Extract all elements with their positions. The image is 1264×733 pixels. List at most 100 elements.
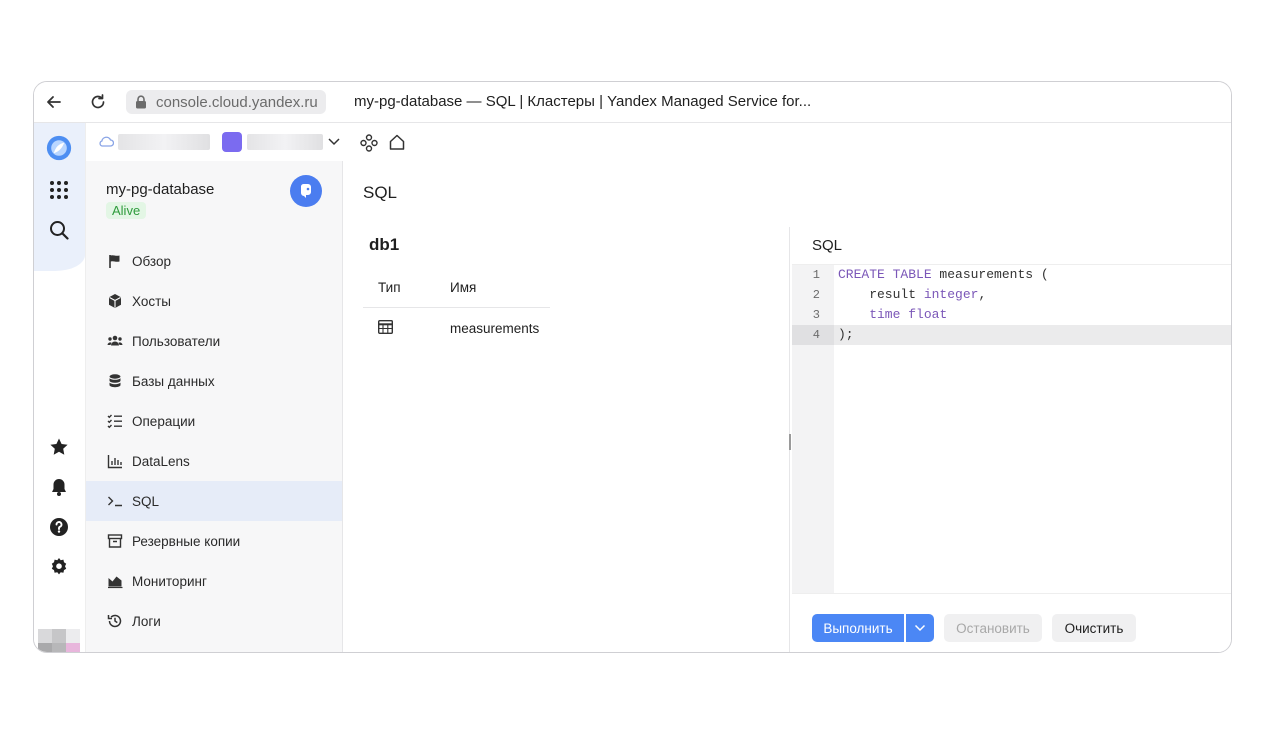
code-line: 3 time float [792,305,1231,325]
clear-button[interactable]: Очистить [1052,614,1136,642]
sql-keyword: time [838,307,901,322]
star-icon[interactable] [46,434,72,460]
sql-punctuation: , [978,287,987,302]
line-number: 2 [812,288,820,302]
address-bar[interactable]: console.cloud.yandex.ru [126,90,326,114]
users-icon [106,332,124,350]
service-sidebar: my-pg-database Alive Обзор Хосты Пользов… [86,161,343,652]
sidebar-item-datalens[interactable]: DataLens [86,441,342,481]
yandex-cloud-logo-icon[interactable] [46,135,72,161]
sql-keyword: integer [923,287,979,302]
sidebar-item-hosts[interactable]: Хосты [86,281,342,321]
stop-button[interactable]: Остановить [944,614,1042,642]
code-line: 2 result integer, [792,285,1231,305]
sidebar-item-users[interactable]: Пользователи [86,321,342,361]
line-number: 4 [792,325,834,345]
sql-identifier: measurements ( [931,267,1049,282]
sidebar-item-backups[interactable]: Резервные копии [86,521,342,561]
sidebar-item-label: SQL [132,493,160,509]
table-row[interactable]: measurements [363,308,550,349]
cube-icon [106,292,124,310]
cluster-name: my-pg-database [106,181,215,198]
database-name: db1 [369,235,400,254]
database-icon [106,372,124,390]
chevron-down-icon[interactable] [328,137,340,147]
sidebar-item-sql[interactable]: SQL [86,481,342,521]
cloud-icon [99,136,114,147]
services-icon[interactable] [360,134,378,152]
browser-toolbar: console.cloud.yandex.ru my-pg-database —… [34,82,1231,123]
bell-icon[interactable] [46,474,72,500]
history-icon [106,612,124,630]
search-icon[interactable] [46,217,72,243]
gear-icon[interactable] [46,554,72,580]
editor-footer: Выполнить Остановить Очистить [792,593,1231,652]
panel-resize-handle[interactable] [789,434,791,450]
main-content: SQL db1 Тип Имя measurements SQL 1 CREAT… [343,161,1231,652]
chart-area-icon [106,572,124,590]
url-text: console.cloud.yandex.ru [156,93,318,111]
avatar[interactable] [38,629,80,652]
sidebar-item-label: Резервные копии [132,533,241,549]
tab-title: my-pg-database — SQL | Кластеры | Yandex… [354,93,812,110]
sidebar-item-label: Логи [132,613,161,629]
terminal-icon [106,492,124,510]
help-icon[interactable] [46,514,72,540]
arrow-left-icon [47,96,61,108]
console-toolbar [86,123,1231,161]
page-title: SQL [363,183,398,202]
sidebar-item-label: Операции [132,413,196,429]
sidebar-item-logs[interactable]: Логи [86,601,342,641]
flag-icon [106,252,124,270]
status-badge: Alive [106,202,147,219]
code-text: result integer, [838,285,986,305]
column-header-type: Тип [363,267,449,308]
folder-color-icon [222,132,242,152]
code-line-current: 4 ); [792,325,1231,345]
sidebar-item-label: Обзор [132,253,171,269]
sidebar-item-overview[interactable]: Обзор [86,241,342,281]
folder-name-redacted[interactable] [247,134,323,150]
sidebar-item-label: Мониторинг [132,573,207,589]
code-text: CREATE TABLE measurements ( [838,265,1049,285]
code-line: 1 CREATE TABLE measurements ( [792,265,1231,285]
sidebar-item-monitoring[interactable]: Мониторинг [86,561,342,601]
chevron-down-icon [914,624,926,632]
sidebar-item-label: Хосты [132,293,171,309]
sql-editor-panel: SQL 1 CREATE TABLE measurements ( 2 resu… [792,227,1231,652]
sql-identifier: result [838,287,924,302]
sql-keyword: float [908,307,948,322]
sidebar-item-databases[interactable]: Базы данных [86,361,342,401]
archive-icon [106,532,124,550]
sidebar-item-label: Базы данных [132,373,215,389]
tables-list: Тип Имя measurements [363,267,550,348]
sidebar-item-operations[interactable]: Операции [86,401,342,441]
table-type-cell [363,308,449,349]
browser-window: console.cloud.yandex.ru my-pg-database —… [33,81,1232,653]
column-header-name: Имя [449,267,550,308]
sidebar-item-label: DataLens [132,453,190,469]
run-options-button[interactable] [906,614,934,642]
services-grid-icon[interactable] [46,177,72,203]
run-button[interactable]: Выполнить [812,614,904,642]
table-icon [377,319,394,334]
sql-code-editor[interactable]: 1 CREATE TABLE measurements ( 2 result i… [792,264,1231,594]
cloud-name-redacted[interactable] [118,134,210,150]
code-text: ); [838,327,854,342]
back-button[interactable] [42,90,66,114]
database-panel: db1 Тип Имя measurements [343,227,790,652]
line-number: 3 [812,308,820,322]
bar-chart-icon [106,452,124,470]
sql-keyword: CREATE TABLE [838,267,932,282]
home-icon[interactable] [388,133,406,151]
reload-icon [91,94,105,109]
sidebar-item-label: Пользователи [132,333,221,349]
line-number: 1 [812,268,820,282]
reload-button[interactable] [86,90,110,114]
table-name-cell[interactable]: measurements [449,308,550,349]
code-text: time float [838,305,947,325]
global-nav-rail [34,123,86,652]
checklist-icon [106,412,124,430]
lock-icon [132,93,150,111]
editor-label: SQL [812,237,843,254]
